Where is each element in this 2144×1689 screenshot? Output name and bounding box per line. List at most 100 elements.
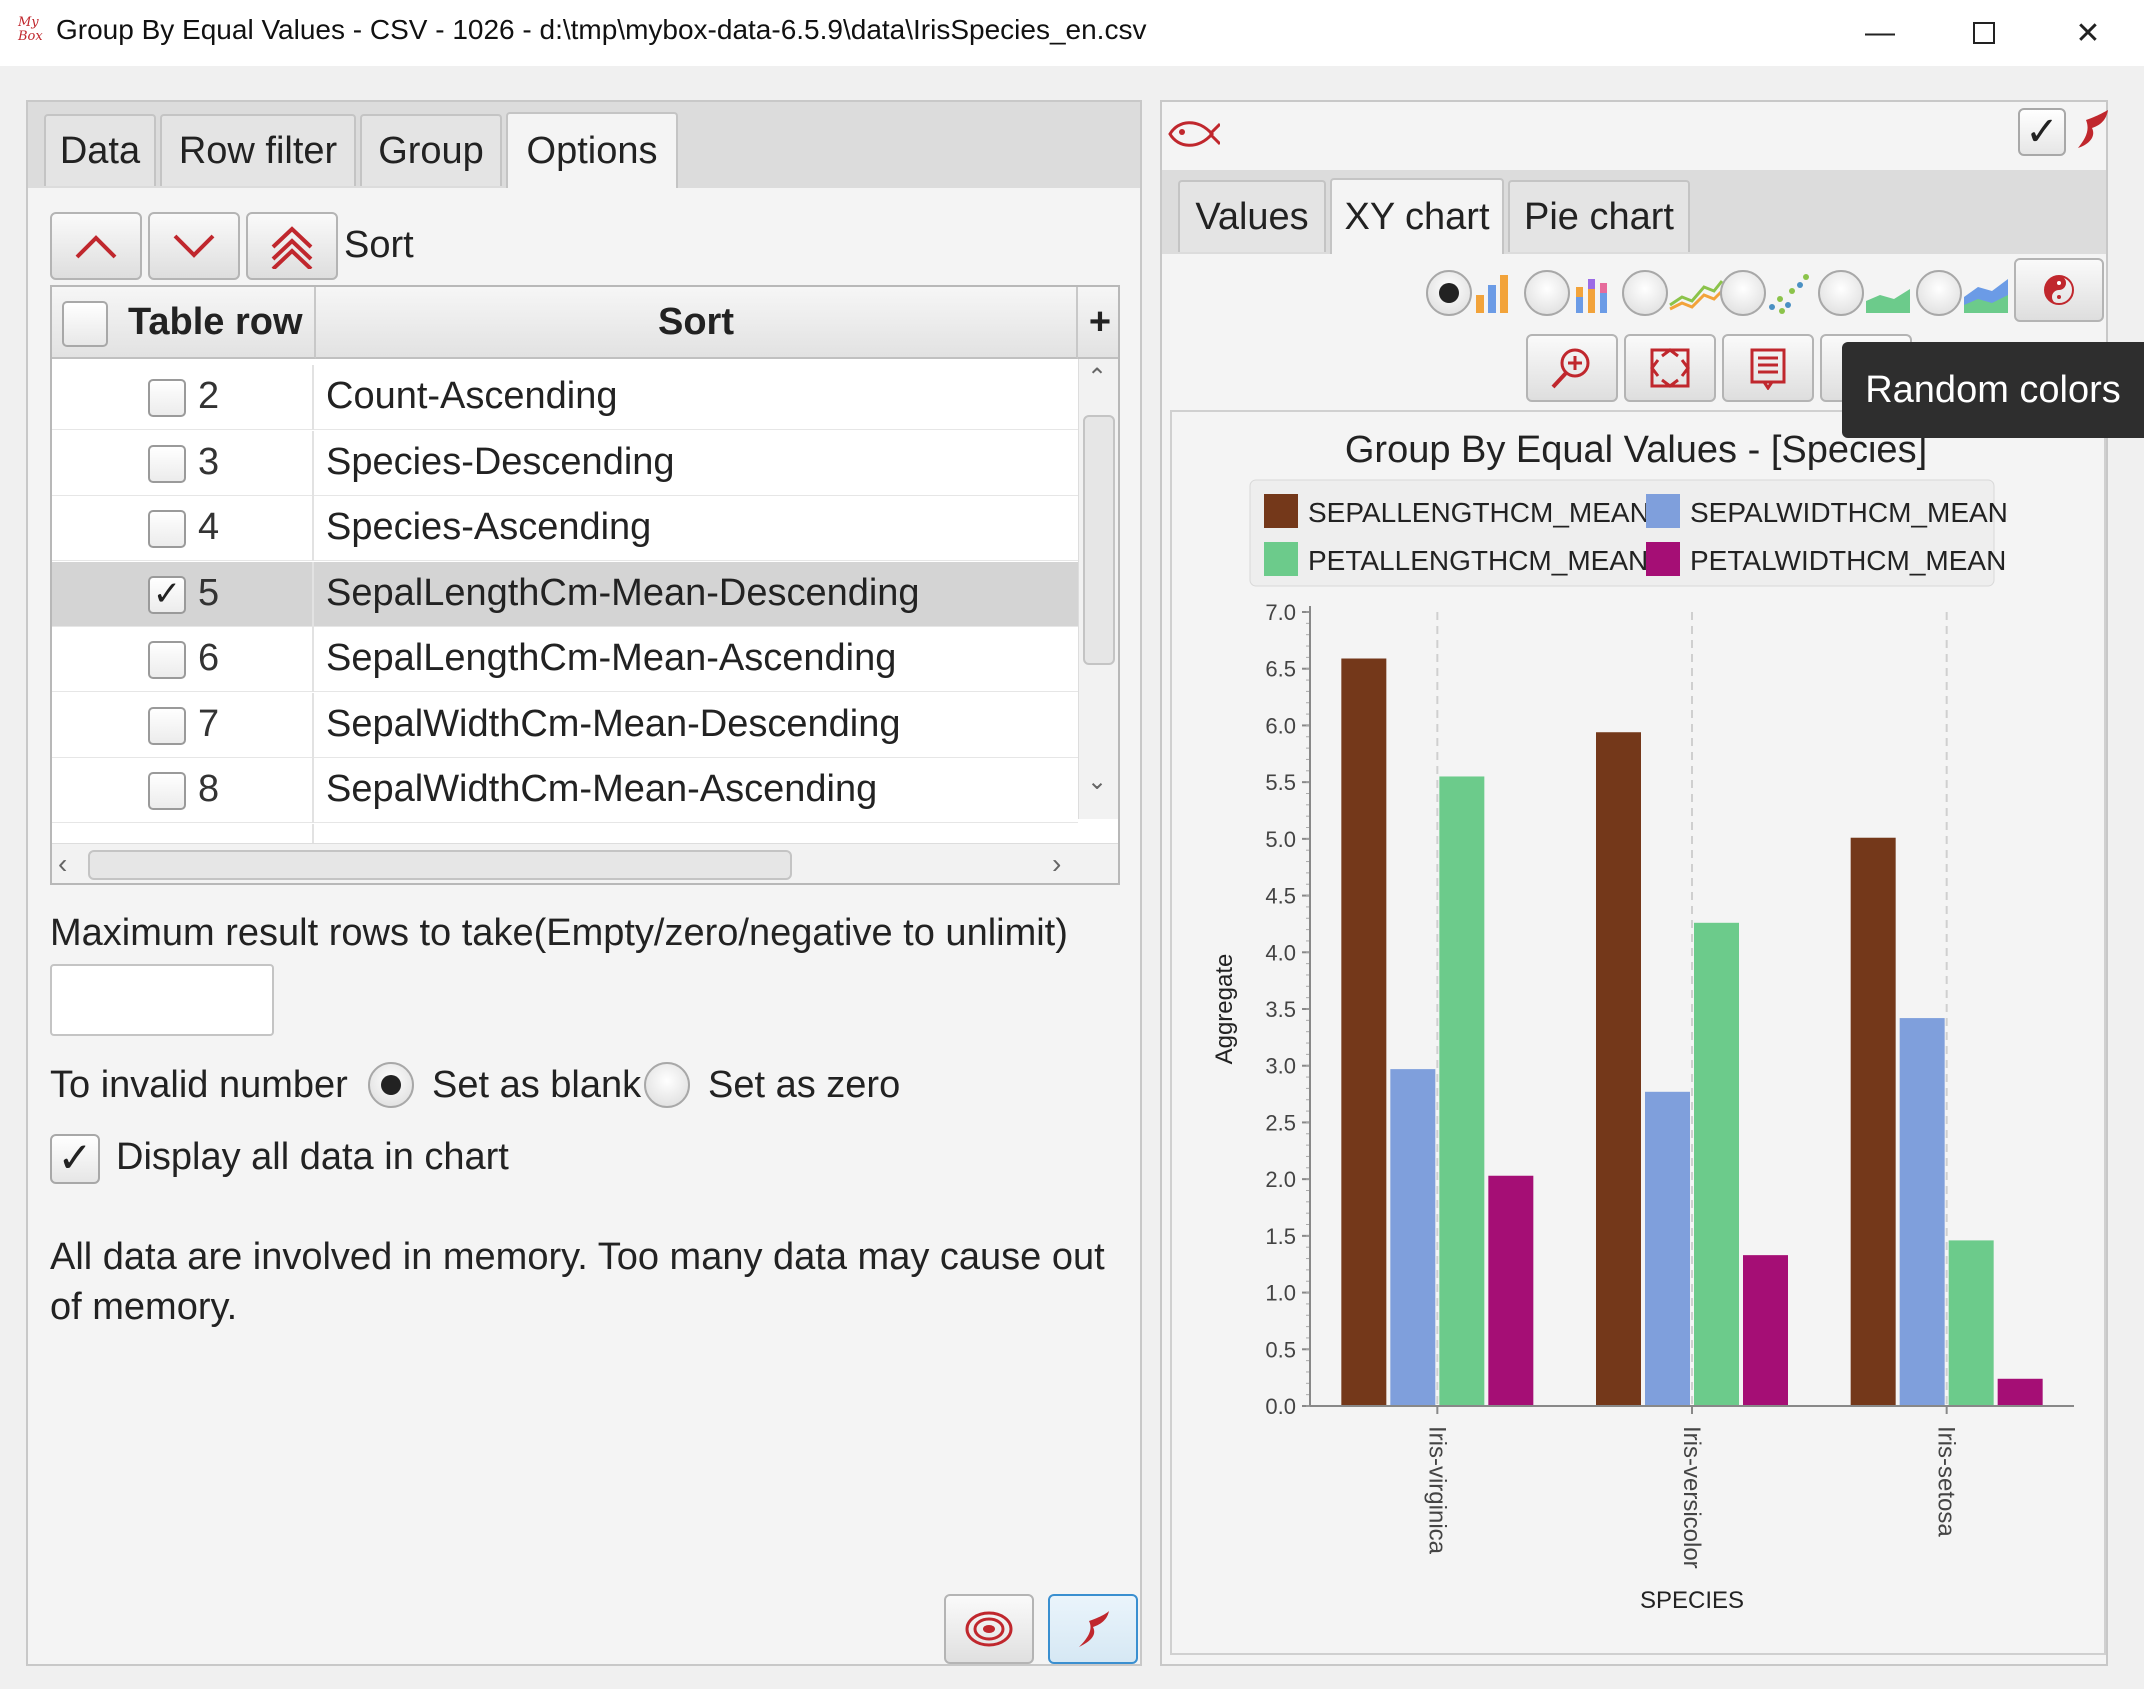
vertical-scrollbar[interactable]: ⌃ ⌄ (1078, 359, 1118, 819)
tab-options[interactable]: Options (506, 112, 678, 188)
chart-bar (1596, 732, 1641, 1406)
stacked-area-radio[interactable] (1916, 270, 1962, 316)
row-sort-value: SepalWidthCm-Mean-Descending (326, 702, 901, 745)
chart-type-area[interactable] (1818, 270, 1912, 316)
row-sort-value: Count-Ascending (326, 375, 618, 417)
chart-bar (1341, 658, 1387, 1406)
max-rows-input[interactable] (50, 964, 274, 1036)
bird-icon[interactable] (2072, 108, 2112, 154)
set-as-blank-label[interactable]: Set as blank (432, 1064, 641, 1107)
scroll-down-arrow[interactable]: ⌄ (1087, 767, 1107, 796)
zoom-in-button[interactable] (1526, 334, 1618, 402)
swirl-icon (965, 1611, 1013, 1647)
pop-checkbox[interactable]: ✓ (2018, 108, 2066, 156)
stacked-bar-radio[interactable] (1524, 270, 1570, 316)
row-number: 5 (198, 571, 220, 614)
table-row[interactable]: 7 SepalWidthCm-Mean-Descending (52, 692, 1078, 758)
chart-type-line[interactable] (1622, 270, 1724, 316)
x-tick-label: Iris-setosa (1933, 1426, 1960, 1537)
chart-title: Group By Equal Values - [Species] (1345, 429, 1927, 471)
scroll-right-arrow[interactable]: › (1052, 848, 1061, 880)
legend-swatch (1264, 542, 1298, 576)
row-checkbox[interactable] (148, 444, 186, 483)
row-checkbox[interactable] (148, 379, 186, 417)
y-tick-label: 7.0 (1265, 600, 1296, 625)
fit-size-button[interactable] (1624, 334, 1716, 402)
tab-group[interactable]: Group (360, 114, 502, 186)
chart-bar (1850, 837, 1896, 1406)
move-up-button[interactable] (50, 212, 142, 280)
horizontal-scrollbar[interactable]: ‹ › (52, 843, 1118, 883)
line-chart-radio[interactable] (1622, 270, 1668, 316)
set-as-zero-label[interactable]: Set as zero (708, 1064, 900, 1107)
move-top-button[interactable] (246, 212, 338, 280)
sort-table: Table row Sort + 2 Count-Ascending 3 Specie… (50, 285, 1120, 885)
table-header-row[interactable]: Table row (52, 287, 316, 359)
chart-type-stacked-bar[interactable] (1524, 270, 1614, 316)
select-all-checkbox[interactable] (62, 301, 108, 347)
legend-label: PETALWIDTHCM_MEAN (1690, 545, 2006, 576)
row-sort-value: Species-Descending (326, 440, 675, 483)
add-column-button[interactable]: + (1078, 287, 1118, 359)
table-row-partial (52, 823, 1078, 844)
chart-type-scatter[interactable] (1720, 270, 1810, 316)
table-row[interactable]: ✓ 5 SepalLengthCm-Mean-Descending (52, 561, 1078, 627)
random-colors-tooltip: Random colors (1842, 342, 2144, 438)
area-chart-icon (1866, 289, 1910, 313)
zoom-in-icon (1551, 348, 1590, 389)
x-axis-label: SPECIES (1640, 1587, 1744, 1614)
table-row[interactable]: 3 Species-Descending (52, 430, 1078, 496)
set-as-zero-radio[interactable] (644, 1062, 690, 1108)
close-button[interactable]: ✕ (2036, 0, 2140, 66)
row-sort-value: SepalLengthCm-Mean-Ascending (326, 637, 897, 679)
tab-values[interactable]: Values (1178, 180, 1326, 252)
display-all-checkbox[interactable]: ✓ (50, 1134, 100, 1184)
scatter-chart-radio[interactable] (1720, 270, 1766, 316)
clear-button[interactable] (944, 1594, 1034, 1664)
row-number: 8 (198, 768, 220, 810)
table-header-sort[interactable]: Sort (316, 287, 1078, 359)
maximize-button[interactable] (1932, 0, 2036, 66)
tab-row-filter[interactable]: Row filter (160, 114, 356, 186)
list-icon (1750, 348, 1786, 390)
scroll-left-arrow[interactable]: ‹ (58, 848, 67, 880)
move-down-button[interactable] (148, 212, 240, 280)
y-tick-label: 5.5 (1265, 770, 1296, 795)
ok-button[interactable] (1048, 1594, 1138, 1664)
set-as-blank-radio[interactable] (368, 1062, 414, 1108)
bar-chart-radio[interactable] (1426, 270, 1472, 316)
tab-pie-chart[interactable]: Pie chart (1508, 180, 1690, 252)
y-tick-label: 4.0 (1265, 940, 1296, 965)
table-row[interactable]: 6 SepalLengthCm-Mean-Ascending (52, 627, 1078, 692)
row-number: 4 (198, 506, 220, 548)
table-row[interactable]: 2 Count-Ascending (52, 365, 1078, 430)
tab-data[interactable]: Data (44, 114, 156, 186)
chart-bar (1390, 1069, 1436, 1406)
tab-xy-chart[interactable]: XY chart (1330, 178, 1504, 254)
row-checkbox[interactable] (148, 706, 186, 745)
table-row[interactable]: 4 Species-Ascending (52, 496, 1078, 561)
max-rows-label: Maximum result rows to take(Empty/zero/n… (50, 912, 1068, 954)
chart-bar (1743, 1255, 1788, 1406)
vertical-scroll-thumb[interactable] (1083, 415, 1115, 665)
y-tick-label: 3.0 (1265, 1054, 1296, 1079)
minimize-button[interactable]: — (1828, 0, 1932, 66)
chart-type-stacked-area[interactable] (1916, 270, 2010, 316)
horizontal-scroll-thumb[interactable] (88, 850, 792, 880)
random-colors-button[interactable] (2014, 258, 2104, 322)
display-all-label[interactable]: Display all data in chart (116, 1136, 509, 1179)
row-checkbox[interactable]: ✓ (148, 575, 186, 614)
row-checkbox[interactable] (148, 641, 186, 679)
y-tick-label: 3.5 (1265, 997, 1296, 1022)
menu-button[interactable] (1722, 334, 1814, 402)
row-checkbox[interactable] (148, 510, 186, 548)
chart-type-bar[interactable] (1426, 270, 1516, 316)
y-tick-label: 2.5 (1265, 1110, 1296, 1135)
y-tick-label: 0.0 (1265, 1394, 1296, 1419)
scroll-up-arrow[interactable]: ⌃ (1087, 363, 1107, 392)
area-chart-radio[interactable] (1818, 270, 1864, 316)
table-row[interactable]: 8 SepalWidthCm-Mean-Ascending (52, 758, 1078, 823)
fish-icon (1168, 121, 1220, 147)
y-axis-label: Aggregate (1211, 954, 1238, 1065)
row-checkbox[interactable] (148, 772, 186, 810)
